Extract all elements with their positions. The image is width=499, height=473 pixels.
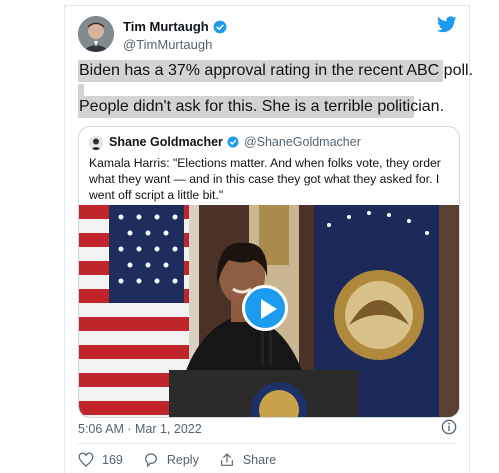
quoted-tweet[interactable]: Shane Goldmacher @ShaneGoldmacher Kamala… [78,126,460,418]
author-handle[interactable]: @TimMurtaugh [123,37,212,52]
heart-icon [78,452,94,467]
reply-button[interactable]: Reply [143,452,199,468]
divider [78,443,456,444]
tweet-text-line: Biden has a 37% approval rating in the r… [78,60,473,82]
tweet-text-line: People didn't ask for this. She is a ter… [78,96,444,118]
verified-badge-icon [227,136,239,148]
verified-badge-icon [213,20,227,33]
quoted-author: Shane Goldmacher @ShaneGoldmacher [109,135,361,149]
action-bar: 169 Reply Share [78,452,296,468]
like-button[interactable]: 169 [78,452,123,468]
share-button[interactable]: Share [219,452,276,468]
twitter-logo-icon[interactable] [437,16,457,33]
reply-icon [144,453,157,468]
tweet-card: Tim Murtaugh @TimMurtaugh Biden has a 37… [64,5,473,473]
info-icon[interactable] [441,419,457,435]
tweet-timestamp[interactable]: 5:06 AM · Mar 1, 2022 [78,422,202,436]
reply-label: Reply [166,453,199,467]
play-button[interactable] [242,285,288,331]
author-avatar[interactable] [78,16,114,52]
quoted-author-avatar [89,136,103,150]
quoted-tweet-text: Kamala Harris: "Elections matter. And wh… [89,156,441,202]
selection-highlight [78,84,84,96]
author-name[interactable]: Tim Murtaugh [123,19,227,34]
share-label: Share [242,453,277,467]
video-player[interactable] [79,205,459,417]
quoted-author-handle: @ShaneGoldmacher [243,135,361,149]
share-icon [220,453,233,466]
like-count: 169 [102,453,123,467]
quoted-author-name: Shane Goldmacher [109,135,223,149]
